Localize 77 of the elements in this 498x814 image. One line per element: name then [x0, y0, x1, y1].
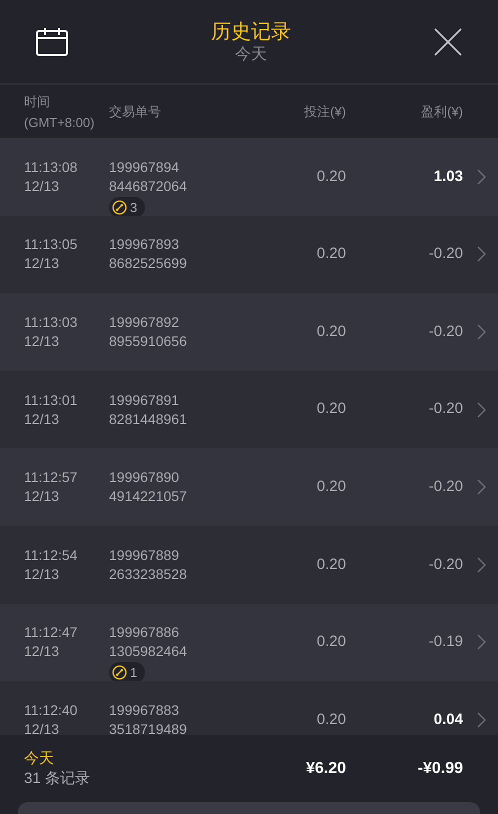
chevron-right-icon — [477, 479, 486, 496]
bet-amount: 0.20 — [316, 399, 346, 420]
record-row[interactable]: 11:13:08 12/13 199967894 8446872064 3 0.20 1.03 — [0, 138, 498, 216]
column-header: 交易单号 — [109, 102, 162, 121]
order-number: 199967893 — [109, 235, 180, 254]
order-number: 199967894 — [109, 158, 180, 177]
column-header: 盈利(¥) — [420, 102, 463, 121]
coin-icon — [112, 200, 127, 215]
bet-amount: 0.20 — [316, 710, 346, 730]
bet-amount: 0.20 — [316, 322, 346, 342]
record-time: 11:13:05 — [24, 235, 78, 254]
order-number: 8281448961 — [109, 410, 188, 429]
bonus-count: 3 — [130, 198, 138, 217]
record-date: 12/13 — [24, 642, 60, 662]
profit-amount: 1.03 — [432, 166, 463, 187]
record-time: 11:13:03 — [24, 312, 78, 332]
record-date: 12/13 — [24, 720, 60, 735]
record-date: 12/13 — [24, 487, 60, 506]
bonus-count: 1 — [130, 664, 138, 682]
profit-amount: -0.20 — [428, 476, 463, 497]
profit-amount: -0.20 — [428, 322, 463, 342]
profit-amount: -0.19 — [428, 632, 463, 652]
order-number: 199967889 — [109, 546, 180, 565]
record-date: 12/13 — [24, 410, 60, 429]
total-profit: -¥0.99 — [416, 759, 463, 779]
bet-amount: 0.20 — [316, 632, 346, 652]
order-number: 8682525699 — [109, 254, 188, 274]
record-date: 12/13 — [24, 564, 60, 584]
order-number: 199967891 — [109, 390, 180, 410]
order-number: 2633238528 — [109, 564, 188, 584]
order-number: 8446872064 — [109, 176, 188, 196]
chevron-right-icon — [477, 402, 486, 418]
page-title: 历史记录 — [211, 20, 291, 44]
total-bet: ¥6.20 — [304, 759, 346, 779]
record-time: 11:12:47 — [24, 623, 78, 642]
coin-icon — [112, 665, 127, 680]
record-row[interactable]: 11:12:47 12/13 199967886 1305982464 1 0.20 -0.19 — [0, 604, 498, 682]
chevron-right-icon — [477, 246, 486, 262]
bet-amount: 0.20 — [316, 244, 346, 264]
record-time: 11:13:08 — [24, 158, 78, 177]
chevron-right-icon — [477, 634, 486, 650]
calendar-icon[interactable] — [36, 28, 68, 56]
order-number: 199967886 — [109, 623, 180, 642]
profit-amount: -0.20 — [428, 244, 463, 264]
profit-amount: -0.20 — [428, 399, 463, 420]
bet-amount: 0.20 — [316, 554, 346, 575]
record-count: 31 条记录 — [24, 769, 91, 789]
chevron-right-icon — [477, 556, 486, 573]
order-number: 1305982464 — [109, 642, 188, 662]
order-number: 199967892 — [109, 312, 180, 332]
record-date: 12/13 — [24, 254, 60, 274]
profit-amount: 0.04 — [432, 710, 463, 730]
order-number: 4914221057 — [109, 487, 188, 506]
close-icon[interactable] — [434, 28, 462, 56]
chevron-right-icon — [477, 168, 486, 185]
record-time: 11:13:01 — [24, 390, 78, 410]
record-row[interactable]: 11:12:57 12/13 199967890 4914221057 0.20 -0.20 — [0, 448, 498, 526]
record-date: 12/13 — [24, 176, 60, 196]
chevron-right-icon — [477, 712, 486, 728]
summary-period: 今天 — [24, 749, 55, 769]
column-header: 投注(¥) — [303, 102, 346, 121]
order-number: 199967890 — [109, 468, 180, 488]
record-time: 11:12:40 — [24, 700, 78, 720]
order-number: 199967883 — [109, 700, 180, 720]
record-time: 11:12:54 — [24, 546, 78, 565]
order-number: 3518719489 — [109, 720, 188, 735]
page-subtitle: 今天 — [235, 44, 267, 64]
column-header: 时间 — [24, 92, 51, 110]
bet-amount: 0.20 — [316, 166, 346, 187]
bet-amount: 0.20 — [316, 476, 346, 497]
profit-amount: -0.20 — [428, 554, 463, 575]
record-date: 12/13 — [24, 332, 60, 351]
chevron-right-icon — [477, 324, 486, 340]
record-time: 11:12:57 — [24, 468, 78, 488]
order-number: 8955910656 — [109, 332, 188, 351]
record-row[interactable]: 11:13:03 12/13 199967892 8955910656 0.20 -0.20 — [0, 293, 498, 371]
column-header: (GMT+8:00) — [24, 114, 96, 132]
